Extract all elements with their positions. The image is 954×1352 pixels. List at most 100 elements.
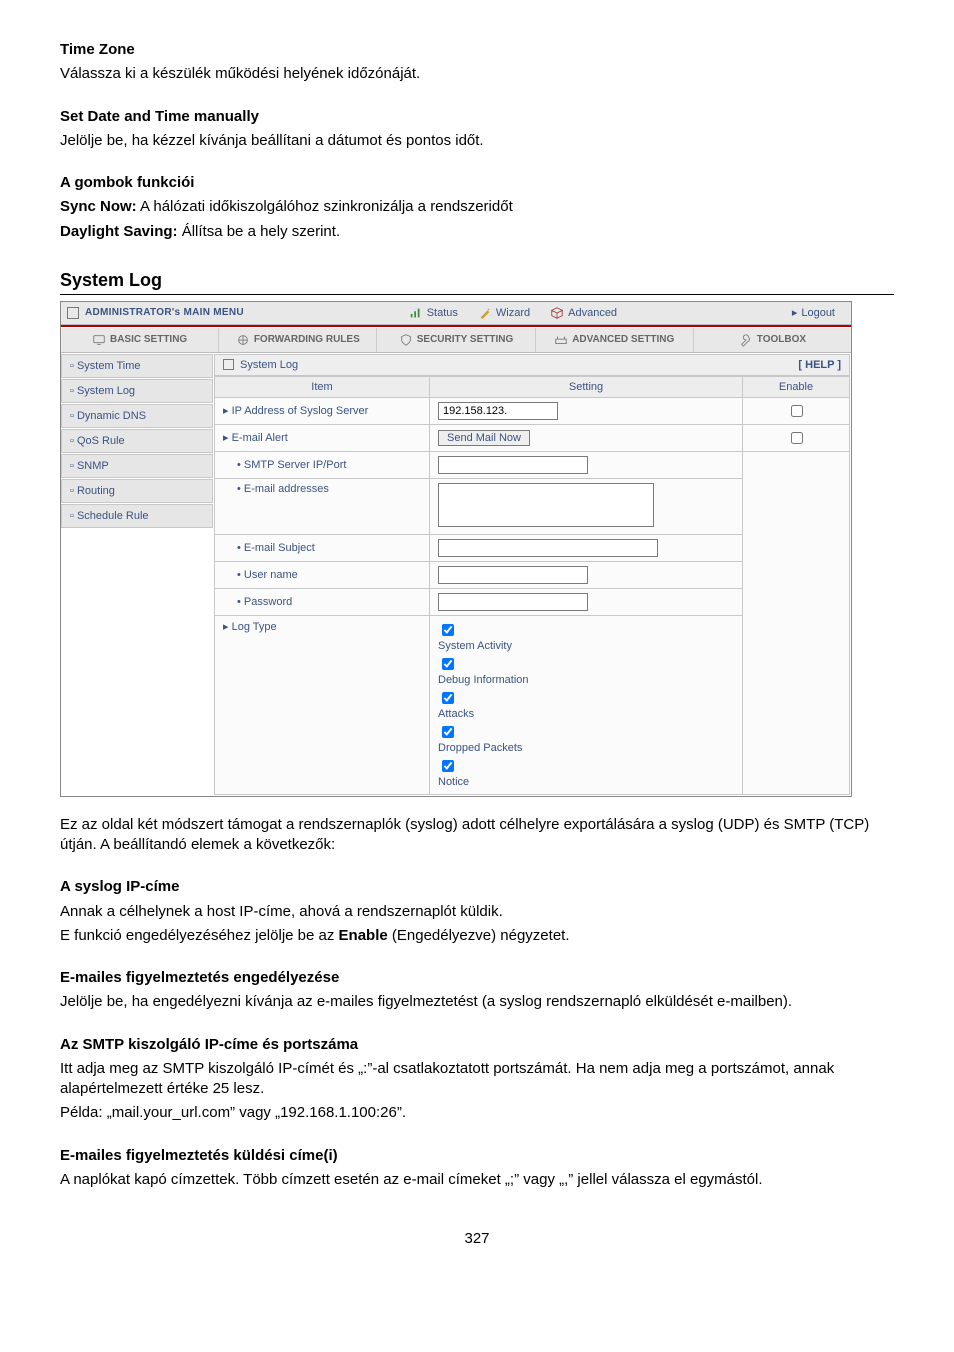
checkbox-lt-dropped-packets[interactable] [442, 726, 454, 738]
para-daylight: Daylight Saving: Állítsa be a hely szeri… [60, 222, 894, 242]
nav-label: System Log [77, 385, 135, 397]
link-logout[interactable]: ▸ Logout [792, 306, 835, 319]
para-set-date: Jelölje be, ha kézzel kívánja beállítani… [60, 131, 894, 151]
lt-label: Notice [438, 775, 734, 789]
heading-buttons: A gombok funkciói [60, 173, 894, 193]
label-text: IP Address of Syslog Server [232, 405, 369, 417]
globe-icon [236, 333, 250, 347]
heading-email-alert: E-mailes figyelmeztetés engedélyezése [60, 968, 894, 988]
checkbox-lt-notice[interactable] [442, 760, 454, 772]
input-syslog-ip[interactable] [438, 402, 558, 420]
nav-qos-rule[interactable]: ▫ QoS Rule [61, 429, 213, 453]
heading-system-log: System Log [60, 270, 894, 295]
checkbox-lt-debug-info[interactable] [442, 658, 454, 670]
bar-icon [409, 306, 423, 320]
label-sync-now: Sync Now: [60, 198, 137, 215]
panel-title: System Log [240, 359, 298, 371]
link-advanced[interactable]: Advanced [550, 306, 617, 320]
tab-security-label: SECURITY SETTING [417, 334, 514, 345]
tab-advanced-label: ADVANCED SETTING [572, 334, 674, 345]
label-text: E-mail Alert [232, 432, 288, 444]
text-sync-now: A hálózati időkiszolgálóhoz szinkronizál… [137, 198, 513, 215]
nav-dynamic-dns[interactable]: ▫ Dynamic DNS [61, 404, 213, 428]
row-label-email-subject: E-mail Subject [215, 534, 430, 561]
shield-icon [399, 333, 413, 347]
label-daylight: Daylight Saving: [60, 223, 178, 240]
label-text: Password [244, 596, 292, 608]
button-send-mail-now[interactable]: Send Mail Now [438, 430, 530, 446]
heading-syslog-ip: A syslog IP-címe [60, 877, 894, 897]
router-ui-screenshot: ADMINISTRATOR's MAIN MENU Status Wizard … [60, 301, 852, 797]
link-advanced-label: Advanced [568, 307, 617, 319]
row-label-username: User name [215, 561, 430, 588]
checkbox-email-enable[interactable] [791, 432, 803, 444]
input-email-subject[interactable] [438, 539, 658, 557]
col-item: Item [215, 376, 430, 397]
row-label-password: Password [215, 588, 430, 615]
tab-basic-setting[interactable]: BASIC SETTING [61, 328, 219, 352]
row-label-email-alert: ▸ E-mail Alert [215, 424, 430, 451]
lt-label: Debug Information [438, 673, 734, 687]
input-smtp-server[interactable] [438, 456, 588, 474]
heading-time-zone: Time Zone [60, 40, 894, 60]
link-logout-label: Logout [801, 307, 835, 319]
row-label-smtp: SMTP Server IP/Port [215, 451, 430, 478]
nav-schedule-rule[interactable]: ▫ Schedule Rule [61, 504, 213, 528]
checkbox-lt-attacks[interactable] [442, 692, 454, 704]
nav-system-time[interactable]: ▫ System Time [61, 354, 213, 378]
para-time-zone: Válassza ki a készülék működési helyének… [60, 64, 894, 84]
para-syslog-ip-2: E funkció engedélyezéséhez jelölje be az… [60, 926, 894, 946]
nav-system-log[interactable]: ▫ System Log [61, 379, 213, 403]
checkbox-syslog-enable[interactable] [791, 405, 803, 417]
para-sync-now: Sync Now: A hálózati időkiszolgálóhoz sz… [60, 197, 894, 217]
tab-forwarding-rules[interactable]: FORWARDING RULES [219, 328, 377, 352]
para-after-shot: Ez az oldal két módszert támogat a rends… [60, 815, 894, 856]
label-text: User name [244, 569, 298, 581]
para-smtp-1: Itt adja meg az SMTP kiszolgáló IP-címét… [60, 1059, 894, 1100]
nav-routing[interactable]: ▫ Routing [61, 479, 213, 503]
tab-basic-label: BASIC SETTING [110, 334, 187, 345]
input-username[interactable] [438, 566, 588, 584]
chevron-right-icon: ▸ [792, 306, 798, 319]
text-frag: (Engedélyezve) négyzetet. [388, 927, 570, 944]
nav-snmp[interactable]: ▫ SNMP [61, 454, 213, 478]
link-main-menu[interactable]: ADMINISTRATOR's MAIN MENU [85, 307, 244, 318]
label-text: E-mail Subject [244, 542, 315, 554]
text-frag: E funkció engedélyezéséhez jelölje be az [60, 927, 339, 944]
square-icon [67, 307, 79, 319]
input-password[interactable] [438, 593, 588, 611]
label-text: E-mail addresses [244, 483, 329, 495]
nav-label: Routing [77, 485, 115, 497]
nav-label: System Time [77, 360, 141, 372]
tab-toolbox-label: TOOLBOX [757, 334, 806, 345]
label-text: SMTP Server IP/Port [244, 459, 347, 471]
link-help[interactable]: [ HELP ] [798, 359, 841, 371]
para-email-alert: Jelölje be, ha engedélyezni kívánja az e… [60, 992, 894, 1012]
para-send-addresses: A naplókat kapó címzettek. Több címzett … [60, 1170, 894, 1190]
row-label-log-type: ▸ Log Type [215, 615, 430, 794]
tab-forwarding-label: FORWARDING RULES [254, 334, 360, 345]
tab-security-setting[interactable]: SECURITY SETTING [377, 328, 535, 352]
textarea-email-addresses[interactable] [438, 483, 654, 527]
lt-label: System Activity [438, 639, 734, 653]
tab-advanced-setting[interactable]: ADVANCED SETTING [536, 328, 694, 352]
link-status[interactable]: Status [409, 306, 458, 320]
heading-set-date: Set Date and Time manually [60, 107, 894, 127]
router-icon [554, 333, 568, 347]
col-setting: Setting [430, 376, 743, 397]
label-text: Log Type [232, 621, 277, 633]
lt-label: Dropped Packets [438, 741, 734, 755]
link-status-label: Status [427, 307, 458, 319]
nav-label: SNMP [77, 460, 109, 472]
para-smtp-2: Példa: „mail.your_url.com” vagy „192.168… [60, 1103, 894, 1123]
square-icon [223, 359, 234, 370]
wrench-icon [739, 333, 753, 347]
checkbox-lt-system-activity[interactable] [442, 624, 454, 636]
heading-send-addresses: E-mailes figyelmeztetés küldési címe(i) [60, 1146, 894, 1166]
tab-toolbox[interactable]: TOOLBOX [694, 328, 851, 352]
link-wizard[interactable]: Wizard [478, 306, 530, 320]
cube-icon [550, 306, 564, 320]
monitor-icon [92, 333, 106, 347]
para-syslog-ip-1: Annak a célhelynek a host IP-címe, ahová… [60, 902, 894, 922]
nav-label: Schedule Rule [77, 510, 149, 522]
